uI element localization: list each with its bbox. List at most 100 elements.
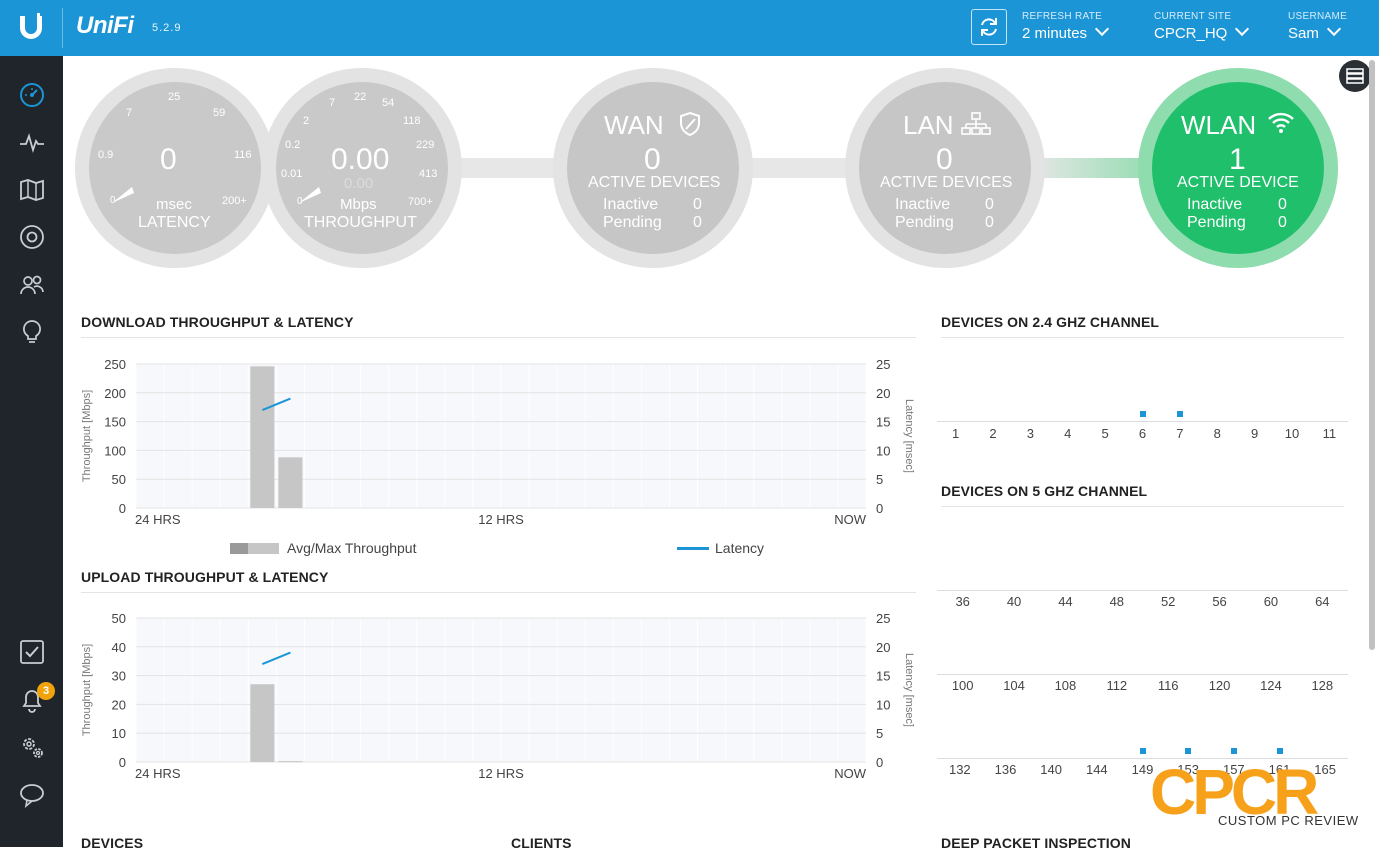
channel-label: 1	[952, 426, 960, 441]
y-tick-label: 0	[119, 755, 126, 770]
channel-device-marker[interactable]	[1276, 748, 1283, 754]
latency-label: LATENCY	[138, 214, 211, 231]
y2-axis-title: Latency [msec]	[903, 399, 915, 473]
refresh-rate-dropdown[interactable]: REFRESH RATE 2 minutes	[1022, 11, 1110, 42]
latency-value: 0	[160, 143, 177, 176]
section-divider	[941, 506, 1344, 507]
channel-baseline	[937, 421, 1348, 422]
upload-chart-title: UPLOAD THROUGHPUT & LATENCY	[81, 569, 329, 585]
legend-throughput-label: Avg/Max Throughput	[287, 540, 417, 556]
channel-device-marker[interactable]	[1230, 748, 1237, 754]
lan-inactive-label: Inactive	[895, 196, 951, 213]
y2-axis-title: Latency [msec]	[903, 653, 915, 727]
channel-label: 64	[1315, 594, 1330, 609]
throughput-bar[interactable]	[250, 366, 275, 508]
channel-label: 44	[1058, 594, 1073, 609]
map-icon[interactable]	[19, 177, 45, 203]
channel-label: 124	[1260, 678, 1282, 693]
latency-unit: msec	[156, 196, 192, 213]
throughput-label: THROUGHPUT	[304, 214, 417, 231]
section-divider	[941, 337, 1344, 338]
alerts-badge: 3	[37, 682, 55, 700]
channel-label: 136	[994, 762, 1017, 777]
channel-label: 3	[1026, 426, 1035, 441]
y2-tick-label: 20	[876, 386, 890, 401]
refresh-rate-value: 2 minutes	[1022, 25, 1088, 42]
lan-title: LAN	[903, 110, 954, 140]
channel-label: 140	[1040, 762, 1062, 777]
gauge-tick-label: 413	[419, 168, 438, 180]
refresh-button[interactable]	[971, 9, 1007, 45]
chevron-down-icon	[1235, 21, 1250, 37]
throughput-bar[interactable]	[278, 457, 303, 508]
wan-pending-count: 0	[693, 214, 702, 231]
channel-device-marker[interactable]	[1176, 411, 1183, 417]
version-label: 5.2.9	[152, 22, 182, 34]
wlan-title: WLAN	[1181, 110, 1257, 140]
target-icon[interactable]	[19, 224, 45, 250]
channel-label: 5	[1101, 426, 1109, 441]
channel-label: 112	[1106, 678, 1128, 693]
layers-icon	[1346, 68, 1364, 84]
gauge-tick-label: 2	[303, 115, 310, 127]
y2-tick-label: 5	[876, 472, 883, 487]
brand-name[interactable]: UniFi	[76, 12, 134, 40]
lightbulb-icon[interactable]	[19, 319, 45, 345]
chat-bubble-icon[interactable]	[19, 782, 45, 808]
gears-icon[interactable]	[19, 734, 45, 760]
top-bar: UniFi 5.2.9 REFRESH RATE 2 minutes CURRE…	[0, 0, 1379, 56]
channel-label: 6	[1138, 426, 1147, 441]
gauge-tick-label: 7	[329, 97, 336, 109]
wan-subtitle: ACTIVE DEVICES	[588, 174, 721, 191]
upload-throughput-chart[interactable]: 0 10 20 30 40 50 0 5 10 15 20 25 Throughput [Mbps] La…	[76, 602, 920, 782]
x-tick-label: 12 HRS	[478, 512, 524, 527]
throughput-bar[interactable]	[250, 684, 275, 762]
refresh-icon	[981, 18, 997, 36]
checkbox-icon[interactable]	[19, 639, 45, 665]
pulse-icon[interactable]	[19, 130, 45, 156]
sidebar: 3	[0, 56, 63, 847]
throughput-bar[interactable]	[278, 761, 303, 763]
channel-device-marker[interactable]	[1185, 748, 1192, 754]
page-scrollbar[interactable]	[1369, 60, 1375, 650]
y-tick-label: 150	[104, 415, 126, 430]
gauge-tick-label: 0.9	[98, 149, 114, 161]
gauge-needle-icon	[112, 187, 134, 203]
username-label: USERNAME	[1288, 11, 1348, 22]
throughput-unit: Mbps	[340, 196, 377, 213]
channel-device-marker[interactable]	[1139, 411, 1146, 417]
users-icon[interactable]	[19, 272, 45, 298]
wlan-inactive-label: Inactive	[1187, 196, 1243, 213]
throughput-value: 0.00	[331, 143, 390, 176]
lan-count: 0	[936, 143, 953, 176]
dashboard-switch-button[interactable]	[1339, 60, 1371, 92]
gauge-tick-label: 229	[416, 139, 435, 151]
ubiquiti-logo-icon[interactable]	[16, 12, 46, 42]
logo-divider	[62, 8, 63, 48]
gauge-tick-label: 0.2	[285, 139, 301, 151]
username-value: Sam	[1288, 25, 1319, 42]
gauge-tick-label: 54	[382, 97, 395, 109]
channel-label: 36	[955, 594, 970, 609]
gauge-tick-label: 59	[213, 107, 226, 119]
channel-baseline	[937, 674, 1348, 675]
y2-tick-label: 5	[876, 726, 883, 741]
y2-tick-label: 10	[876, 697, 890, 712]
y2-tick-label: 15	[876, 669, 890, 684]
y-axis-title: Throughput [Mbps]	[81, 390, 93, 482]
channel-label: 60	[1263, 594, 1279, 609]
dashboard-gauge-icon[interactable]	[19, 82, 45, 108]
channel-device-marker[interactable]	[1139, 748, 1146, 754]
channel-label: 8	[1213, 426, 1221, 441]
legend-latency-swatch	[677, 547, 709, 550]
wlan-count: 1	[1229, 143, 1246, 176]
current-site-dropdown[interactable]: CURRENT SITE CPCR_HQ	[1154, 11, 1250, 42]
download-throughput-chart[interactable]: 0 50 100 150 200 250 0 5 10 15 20 25 Throughput [Mbp…	[76, 348, 920, 528]
channel-label: 9	[1250, 426, 1259, 441]
y-tick-label: 0	[119, 501, 126, 516]
channel-label: 120	[1208, 678, 1231, 693]
username-dropdown[interactable]: USERNAME Sam	[1288, 11, 1347, 42]
chevron-down-icon	[1326, 21, 1341, 37]
x-tick-label: 24 HRS	[135, 766, 181, 781]
current-site-value: CPCR_HQ	[1154, 25, 1228, 42]
